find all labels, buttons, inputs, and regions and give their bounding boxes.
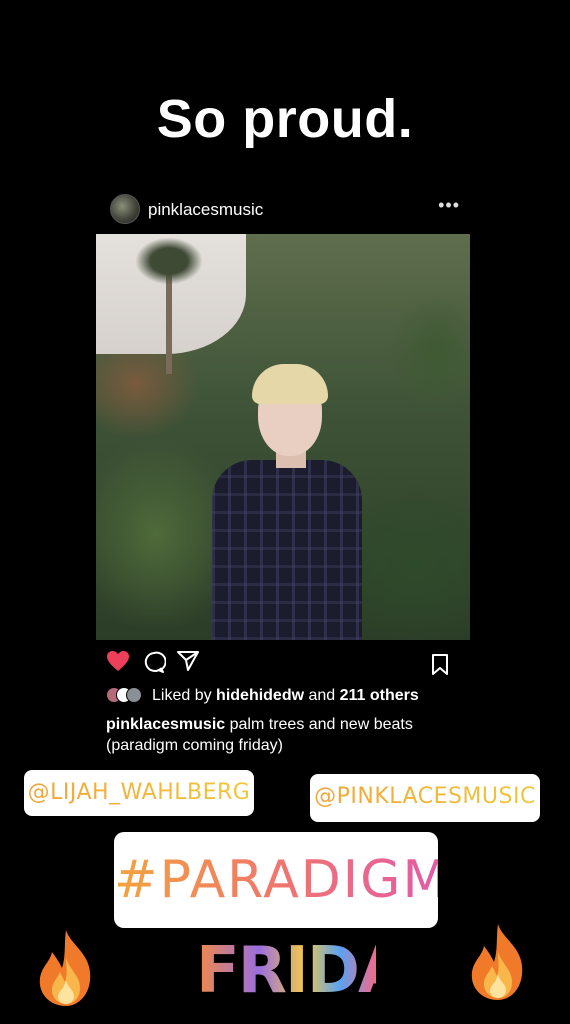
more-dots-icon[interactable]: •••: [438, 195, 460, 216]
post-photo[interactable]: [96, 234, 470, 640]
photo-person-hair: [252, 364, 328, 404]
photo-palm-fronds: [136, 238, 202, 284]
hashtag-sticker[interactable]: #PARADIGM: [114, 832, 447, 928]
post-caption: pinklacesmusic palm trees and new beats …: [106, 714, 446, 756]
liker-avatar: [126, 687, 142, 703]
post-actions: [106, 648, 456, 676]
heart-icon[interactable]: [106, 650, 130, 672]
post-username[interactable]: pinklacesmusic: [148, 200, 263, 220]
share-icon[interactable]: [176, 650, 200, 672]
liked-by-prefix: Liked by: [152, 687, 217, 704]
liked-by-count[interactable]: 211 others: [340, 687, 419, 704]
story-headline: So proud.: [156, 89, 414, 149]
friday-sticker[interactable]: FRIDAY: [196, 934, 446, 1020]
bookmark-icon[interactable]: [430, 654, 450, 676]
mention-sticker-label: @LIJAH_WAHLBERG: [24, 770, 254, 816]
liked-by-row: Liked by hidehidedw and 211 others: [106, 685, 466, 709]
caption-username[interactable]: pinklacesmusic: [106, 716, 225, 733]
avatar[interactable]: [110, 194, 140, 224]
liked-by-user[interactable]: hidehidedw: [216, 687, 304, 704]
mention-sticker-lijah[interactable]: @LIJAH_WAHLBERG: [24, 770, 254, 816]
fire-icon: [39, 930, 91, 1006]
liker-avatars: [106, 687, 150, 703]
post-header: pinklacesmusic •••: [110, 193, 470, 225]
photo-person-body: [212, 460, 362, 640]
liked-by-and: and: [304, 687, 340, 704]
mention-sticker-label: @PINKLACESMUSIC: [310, 774, 540, 820]
comment-icon[interactable]: [142, 650, 166, 674]
fire-icon: [471, 924, 523, 1000]
hashtag-sticker-label: #PARADIGM: [114, 832, 447, 928]
mention-sticker-pinklaces[interactable]: @PINKLACESMUSIC: [310, 774, 540, 822]
liked-by-text[interactable]: Liked by hidehidedw and 211 others: [152, 687, 419, 705]
